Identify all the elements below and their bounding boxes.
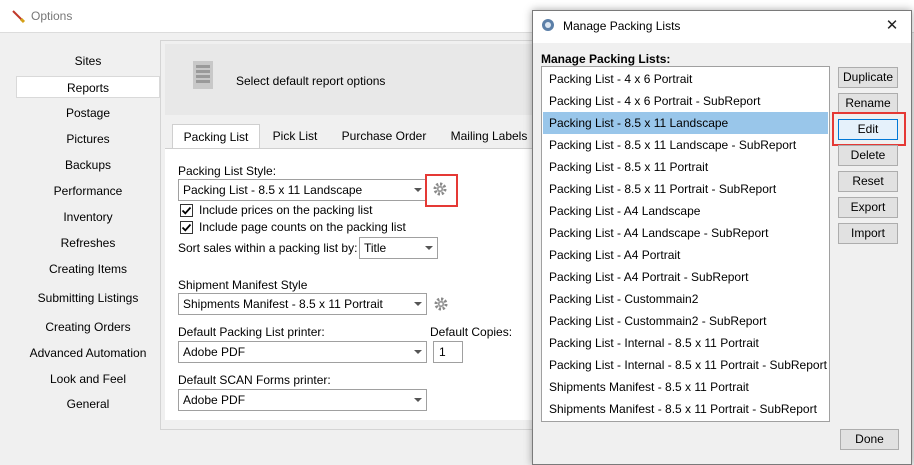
nav-item-performance[interactable]: Performance (16, 180, 160, 202)
export-button[interactable]: Export (838, 197, 898, 218)
list-item[interactable]: Shipments Manifest - 8.5 x 11 Portrait -… (543, 398, 828, 420)
default-scan-printer-value: Adobe PDF (183, 393, 246, 407)
sort-sales-select[interactable]: Title (359, 237, 438, 259)
default-copies-label: Default Copies: (430, 325, 513, 339)
list-item[interactable]: Packing List - Internal - 8.5 x 11 Portr… (543, 332, 828, 354)
default-copies-input[interactable]: 1 (433, 341, 463, 363)
tab-packing-list[interactable]: Packing List (172, 124, 260, 149)
nav-item-creating-items[interactable]: Creating Items (16, 258, 160, 280)
nav-item-sites[interactable]: Sites (16, 50, 160, 72)
packing-list-style-label: Packing List Style: (178, 164, 277, 178)
nav-item-inventory[interactable]: Inventory (16, 206, 160, 228)
shipment-manifest-style-value: Shipments Manifest - 8.5 x 11 Portrait (183, 297, 383, 311)
sort-sales-value: Title (364, 241, 387, 255)
chevron-down-icon (414, 350, 422, 354)
list-item[interactable]: Packing List - 8.5 x 11 Landscape - SubR… (543, 134, 828, 156)
dialog-title: Manage Packing Lists (563, 19, 681, 33)
packing-lists-listbox[interactable]: Packing List - 4 x 6 Portrait Packing Li… (541, 66, 830, 422)
delete-button[interactable]: Delete (838, 145, 898, 166)
list-item[interactable]: Packing List - A4 Portrait - SubReport (543, 266, 828, 288)
list-item[interactable]: Shipments Manifest - 8.5 x 11 Portrait (543, 376, 828, 398)
default-scan-printer-label: Default SCAN Forms printer: (178, 373, 331, 387)
chevron-down-icon (425, 246, 433, 250)
nav-item-creating-orders[interactable]: Creating Orders (16, 316, 160, 338)
list-item[interactable]: Packing List - 8.5 x 11 Portrait - SubRe… (543, 178, 828, 200)
sort-sales-label: Sort sales within a packing list by: (178, 241, 358, 255)
nav-item-look-and-feel[interactable]: Look and Feel (16, 368, 160, 390)
report-header-text: Select default report options (236, 74, 386, 88)
dialog-app-icon (541, 18, 555, 32)
nav-item-refreshes[interactable]: Refreshes (16, 232, 160, 254)
default-packing-printer-value: Adobe PDF (183, 345, 246, 359)
include-page-counts-checkbox[interactable] (180, 221, 193, 234)
nav-item-backups[interactable]: Backups (16, 154, 160, 176)
list-item[interactable]: Packing List - A4 Portrait (543, 244, 828, 266)
include-page-counts-label: Include page counts on the packing list (199, 220, 406, 234)
packing-list-style-select[interactable]: Packing List - 8.5 x 11 Landscape (178, 179, 427, 201)
list-item[interactable]: Packing List - Custommain2 - SubReport (543, 310, 828, 332)
gear-highlight-box (425, 174, 458, 207)
report-document-icon (191, 59, 217, 91)
tab-purchase-order[interactable]: Purchase Order (334, 124, 434, 148)
list-item[interactable]: Packing List - 4 x 6 Portrait (543, 68, 828, 90)
rename-button[interactable]: Rename (838, 93, 898, 114)
shipment-manifest-style-select[interactable]: Shipments Manifest - 8.5 x 11 Portrait (178, 293, 427, 315)
include-prices-label: Include prices on the packing list (199, 203, 373, 217)
shipment-manifest-style-label: Shipment Manifest Style (178, 278, 308, 292)
nav-item-general[interactable]: General (16, 393, 160, 415)
import-button[interactable]: Import (838, 223, 898, 244)
list-item[interactable]: Packing List - 4 x 6 Portrait - SubRepor… (543, 90, 828, 112)
include-prices-checkbox[interactable] (180, 204, 193, 217)
tab-pick-list[interactable]: Pick List (266, 124, 324, 148)
duplicate-button[interactable]: Duplicate (838, 67, 898, 88)
default-scan-printer-select[interactable]: Adobe PDF (178, 389, 427, 411)
nav-item-reports[interactable]: Reports (16, 76, 160, 98)
list-item[interactable]: Packing List - A4 Landscape (543, 200, 828, 222)
chevron-down-icon (414, 302, 422, 306)
edit-highlight-box (832, 112, 906, 146)
chevron-down-icon (414, 398, 422, 402)
default-packing-printer-select[interactable]: Adobe PDF (178, 341, 427, 363)
app-brush-icon (10, 8, 26, 24)
close-icon[interactable]: ✕ (880, 15, 904, 37)
list-item[interactable]: Packing List - A4 Landscape - SubReport (543, 222, 828, 244)
list-item-selected[interactable]: Packing List - 8.5 x 11 Landscape (543, 112, 828, 134)
default-packing-printer-label: Default Packing List printer: (178, 325, 325, 339)
nav-item-postage[interactable]: Postage (16, 102, 160, 124)
list-item[interactable]: Packing List - 8.5 x 11 Portrait (543, 156, 828, 178)
nav-item-advanced-automation[interactable]: Advanced Automation (16, 342, 160, 364)
chevron-down-icon (414, 188, 422, 192)
gear-icon[interactable] (433, 296, 449, 312)
reset-button[interactable]: Reset (838, 171, 898, 192)
list-item[interactable]: Packing List - Internal - 8.5 x 11 Portr… (543, 354, 828, 376)
tab-mailing-labels[interactable]: Mailing Labels (444, 124, 534, 148)
packing-list-style-value: Packing List - 8.5 x 11 Landscape (183, 183, 363, 197)
nav-item-submitting-listings[interactable]: Submitting Listings (16, 287, 160, 309)
nav-item-pictures[interactable]: Pictures (16, 128, 160, 150)
done-button[interactable]: Done (840, 429, 899, 450)
dialog-list-label: Manage Packing Lists: (541, 52, 671, 66)
options-window-title: Options (31, 9, 73, 23)
list-item[interactable]: Packing List - Custommain2 (543, 288, 828, 310)
